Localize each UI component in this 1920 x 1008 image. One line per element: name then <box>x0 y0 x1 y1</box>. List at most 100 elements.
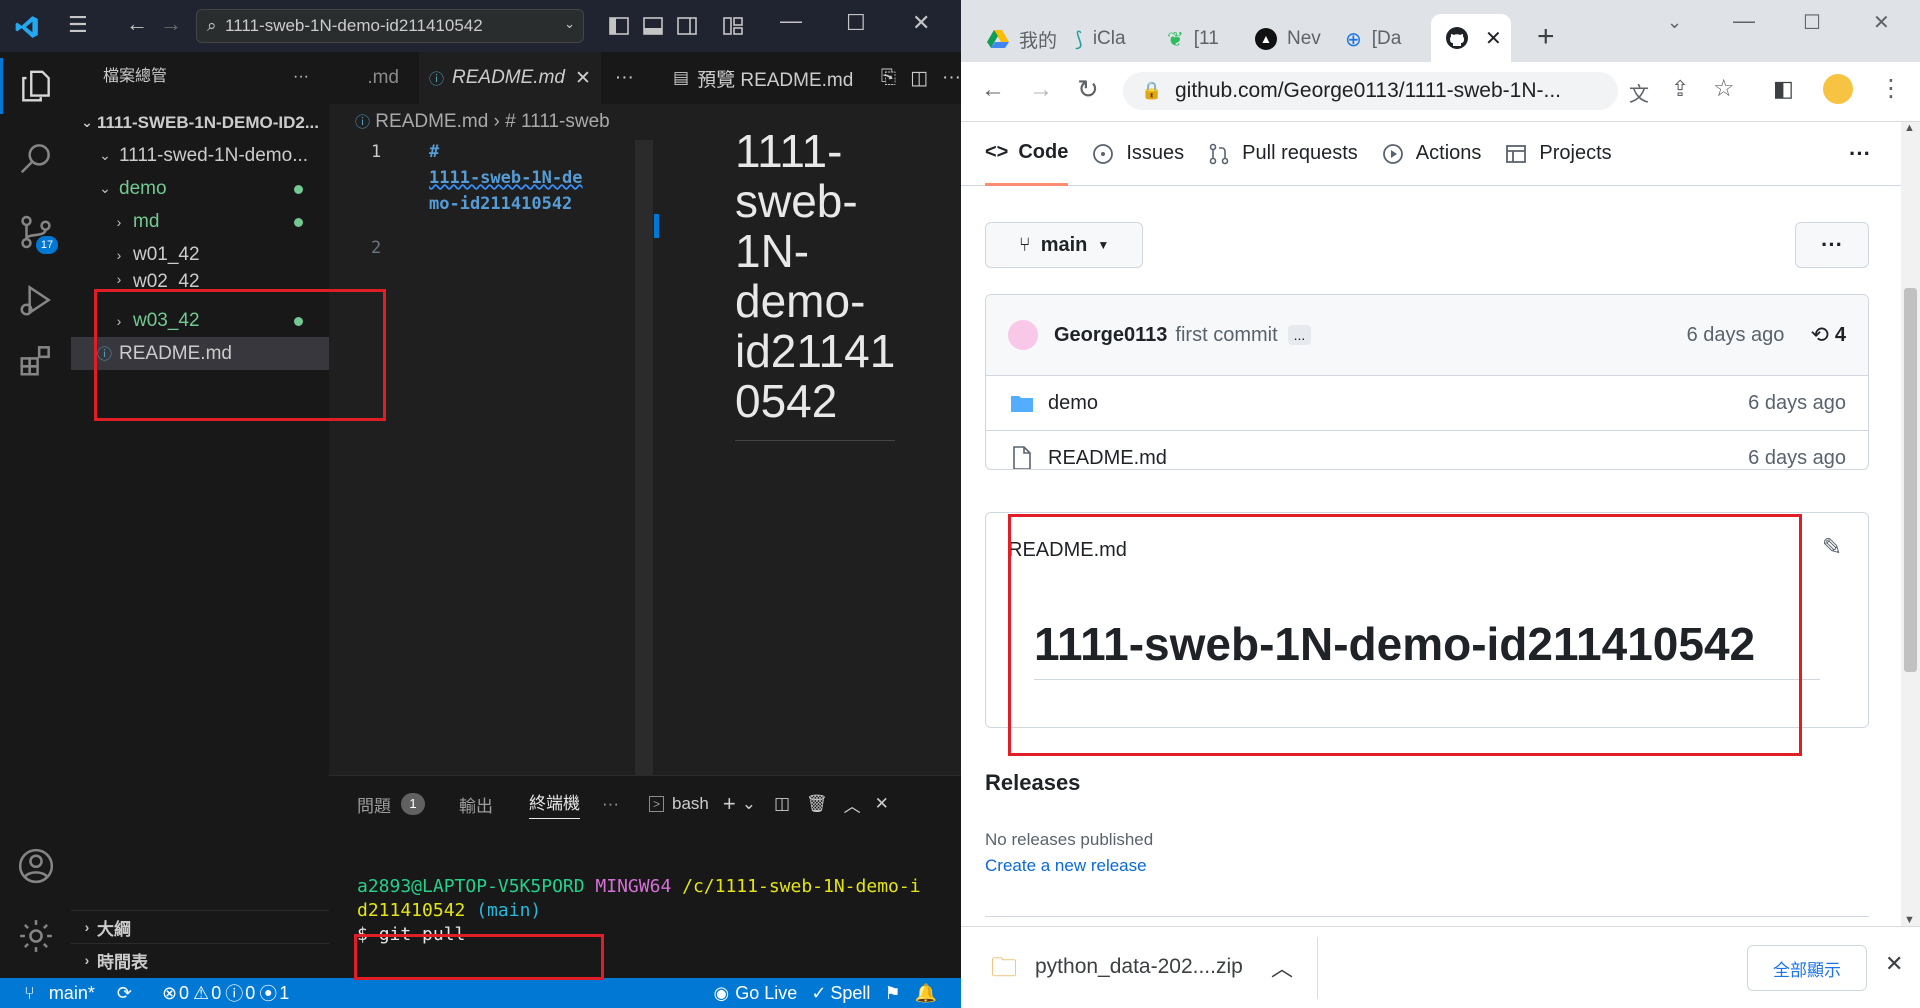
new-terminal-icon[interactable]: + <box>723 791 736 817</box>
tab-readme[interactable]: ⓘ README.md ✕ <box>419 52 601 104</box>
tab-code[interactable]: <> Code <box>985 122 1069 186</box>
commit-count[interactable]: 4 <box>1835 324 1846 347</box>
run-debug-icon[interactable] <box>0 268 71 332</box>
toggle-secondary-sidebar-icon[interactable] <box>676 15 698 37</box>
extensions-icon[interactable] <box>0 328 71 392</box>
tab-pull-requests[interactable]: Pull requests <box>1208 142 1358 165</box>
close-download-bar-icon[interactable]: ✕ <box>1885 951 1903 977</box>
translate-icon[interactable]: 文 <box>1629 78 1649 107</box>
create-release-link[interactable]: Create a new release <box>985 856 1147 876</box>
history-icon[interactable]: ⟲ <box>1810 322 1828 348</box>
tab-close-icon[interactable]: ✕ <box>575 67 591 90</box>
forward-arrow-icon[interactable]: → <box>160 11 182 37</box>
editor-more-button[interactable]: ··· <box>615 67 634 89</box>
browser-tab[interactable]: ⊕ [Da <box>1345 18 1427 60</box>
nav-more-button[interactable]: ··· <box>1849 141 1871 167</box>
toggle-panel-icon[interactable] <box>642 15 664 37</box>
author-avatar[interactable] <box>1008 320 1038 350</box>
status-infos[interactable]: 0 <box>245 983 255 1004</box>
share-icon[interactable]: ⇪ <box>1671 76 1689 102</box>
forward-arrow-icon[interactable]: → <box>1029 76 1053 104</box>
account-icon[interactable] <box>0 834 71 898</box>
tree-item-demo[interactable]: ⌄ demo <box>71 172 329 205</box>
maximize-icon[interactable]: ☐ <box>1803 10 1821 35</box>
page-scrollbar[interactable]: ▲ ▼ <box>1901 122 1920 926</box>
tab-actions[interactable]: Actions <box>1382 142 1481 165</box>
split-editor-icon[interactable]: ◫ <box>910 67 928 90</box>
scroll-down-icon[interactable]: ▼ <box>1904 914 1915 926</box>
bookmark-star-icon[interactable]: ☆ <box>1713 74 1735 103</box>
releases-title[interactable]: Releases <box>985 770 1080 796</box>
chevron-up-icon[interactable]: ︿ <box>1271 951 1293 983</box>
branch-select-button[interactable]: ⑂ main ▼ <box>985 222 1143 268</box>
code-area[interactable]: 1 2 # 1111-sweb-1N-de mo-id211410542 <box>329 140 659 775</box>
toggle-primary-sidebar-icon[interactable] <box>608 15 630 37</box>
minimize-icon[interactable]: — <box>1733 8 1755 34</box>
status-golive[interactable]: Go Live <box>735 983 797 1004</box>
status-branch[interactable]: main* <box>49 983 95 1004</box>
tab-problems[interactable]: 問題 <box>357 792 391 817</box>
command-center-search[interactable]: ⌕ 1111-sweb-1N-demo-id211410542 ⌄ <box>196 9 584 43</box>
readme-title[interactable]: README.md <box>1008 539 1127 562</box>
reload-icon[interactable]: ↻ <box>1077 74 1099 105</box>
feedback-icon[interactable]: ⚑ <box>884 983 900 1004</box>
side-panel-icon[interactable]: ◧ <box>1773 76 1794 102</box>
back-arrow-icon[interactable]: ← <box>981 76 1005 104</box>
preview-more-button[interactable]: ··· <box>942 67 961 89</box>
status-warnings[interactable]: 0 <box>211 983 221 1004</box>
back-arrow-icon[interactable]: ← <box>126 11 148 37</box>
tree-item-w01[interactable]: › w01_42 <box>71 238 329 271</box>
terminal-shell-label[interactable]: bash <box>672 794 709 814</box>
pencil-edit-icon[interactable]: ✎ <box>1822 533 1842 562</box>
download-filename[interactable]: python_data-202....zip <box>1035 955 1243 979</box>
close-icon[interactable]: ✕ <box>1873 10 1890 35</box>
tab-terminal[interactable]: 終端機 <box>529 789 580 819</box>
workspace-root[interactable]: ⌄ 1111-SWEB-1N-DEMO-ID2... <box>71 106 329 139</box>
file-name[interactable]: README.md <box>1048 447 1167 470</box>
sync-icon[interactable]: ⟳ <box>117 983 132 1004</box>
status-ports[interactable]: 1 <box>279 983 289 1004</box>
customize-layout-icon[interactable] <box>722 15 744 37</box>
terminal-output[interactable]: a2893@LAPTOP-V5K5PORD MINGW64 /c/1111-sw… <box>329 875 961 947</box>
open-source-icon[interactable]: ⎘ <box>881 67 896 89</box>
tab-previous[interactable]: .md <box>329 67 399 89</box>
chrome-menu-icon[interactable]: ⋮ <box>1879 74 1903 103</box>
tree-item-md[interactable]: › md <box>71 205 329 238</box>
tree-item-w03[interactable]: › w03_42 <box>71 304 329 337</box>
maximize-icon[interactable]: ☐ <box>846 10 866 36</box>
outline-section[interactable]: › 大綱 <box>71 910 329 943</box>
breadcrumb-file[interactable]: README.md <box>375 111 488 132</box>
commit-expand-button[interactable]: ... <box>1287 325 1312 345</box>
table-row[interactable]: demo 6 days ago <box>986 375 1868 430</box>
panel-more-button[interactable]: ··· <box>602 794 619 814</box>
breadcrumb-symbol[interactable]: # 1111-sweb <box>505 111 610 132</box>
address-bar[interactable]: 🔒 github.com/George0113/1111-sweb-1N-... <box>1123 72 1618 110</box>
tree-item-w02[interactable]: › w02_42 <box>71 271 329 287</box>
trash-icon[interactable]: 🗑 <box>806 794 828 814</box>
profile-avatar[interactable] <box>1823 74 1853 104</box>
status-errors[interactable]: 0 <box>179 983 189 1004</box>
chevron-down-icon[interactable]: ⌄ <box>742 794 756 814</box>
settings-gear-icon[interactable] <box>0 904 71 968</box>
explorer-icon[interactable] <box>0 54 71 118</box>
close-icon[interactable]: ✕ <box>912 10 930 36</box>
scroll-up-icon[interactable]: ▲ <box>1904 122 1915 134</box>
notifications-bell-icon[interactable]: 🔔 <box>915 983 937 1004</box>
tab-preview-label[interactable]: 預覽 README.md <box>697 65 869 92</box>
tab-projects[interactable]: Projects <box>1505 142 1612 165</box>
tree-item-readme[interactable]: ⓘ README.md <box>71 337 329 370</box>
explorer-more-button[interactable]: ··· <box>293 52 309 102</box>
timeline-section[interactable]: › 時間表 <box>71 943 329 976</box>
browser-tab[interactable]: ▲ Nev <box>1255 18 1335 60</box>
close-panel-icon[interactable]: ✕ <box>875 794 889 814</box>
status-spell[interactable]: Spell <box>830 983 870 1004</box>
browser-tab-active[interactable]: ✕ <box>1431 14 1511 62</box>
table-row[interactable]: README.md 6 days ago <box>986 430 1868 470</box>
browser-tab[interactable]: 我的 <box>987 18 1069 60</box>
search-sidebar-icon[interactable] <box>0 126 71 190</box>
more-options-button[interactable]: ··· <box>1795 222 1869 268</box>
split-terminal-icon[interactable]: ◫ <box>774 794 790 814</box>
new-tab-icon[interactable]: + <box>1537 20 1555 54</box>
browser-tab[interactable]: ⟆ iCla <box>1075 18 1155 60</box>
menu-icon[interactable]: ☰ <box>68 12 88 38</box>
